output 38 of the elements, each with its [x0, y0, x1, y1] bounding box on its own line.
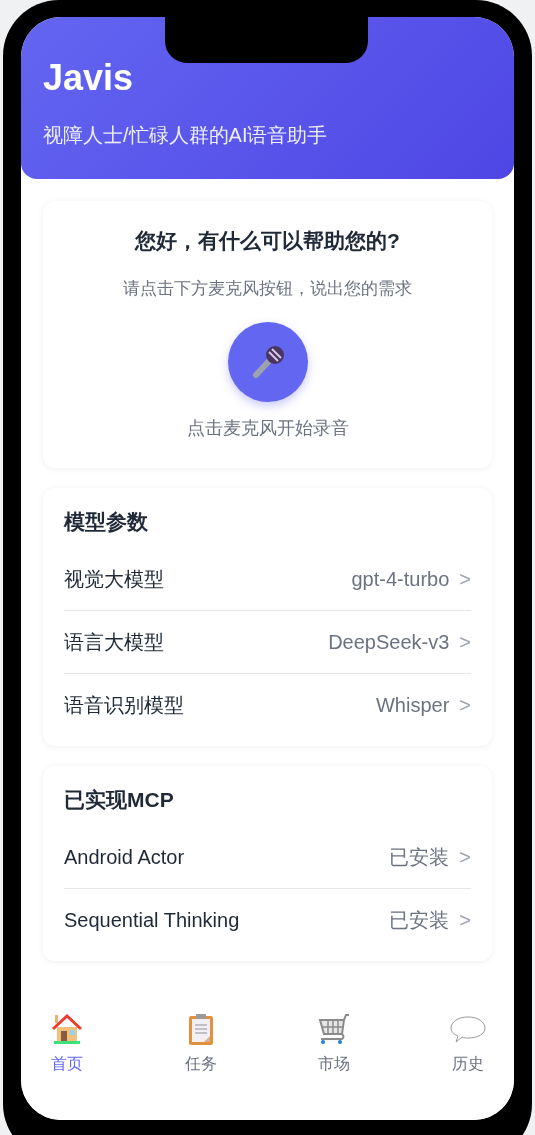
app-title: Javis — [43, 57, 135, 99]
nav-label: 首页 — [51, 1054, 83, 1074]
chevron-icon: > — [459, 908, 471, 932]
settings-row[interactable]: Android Actor 已安装 > — [64, 826, 471, 889]
section-title: 模型参数 — [64, 509, 149, 535]
nav-tab[interactable]: 市场 — [314, 1012, 355, 1120]
nav-label: 历史 — [451, 1054, 484, 1074]
microphone-button[interactable] — [227, 322, 308, 402]
nav-label: 任务 — [184, 1054, 217, 1074]
row-label: 视觉大模型 — [64, 566, 164, 592]
mic-caption: 点击麦克风开始录音 — [186, 417, 349, 440]
row-value: 已安装 — [389, 907, 450, 933]
row-value: Whisper — [375, 693, 450, 717]
settings-row[interactable]: 视觉大模型 gpt-4-turbo > — [64, 548, 471, 611]
chevron-icon: > — [459, 567, 471, 591]
greeting-hint: 请点击下方麦克风按钮，说出您的需求 — [123, 278, 412, 300]
row-value: 已安装 — [389, 844, 450, 870]
nav-tab[interactable]: 任务 — [180, 1012, 221, 1120]
nav-tab[interactable]: 首页 — [47, 1012, 87, 1120]
shopping-cart-icon — [317, 1012, 352, 1046]
row-label: 语言大模型 — [64, 629, 164, 655]
settings-row[interactable]: 语音识别模型 Whisper > — [64, 674, 471, 736]
chevron-icon: > — [459, 845, 471, 869]
app-subtitle: 视障人士/忙碌人群的AI语音助手 — [43, 123, 329, 148]
row-value: gpt-4-turbo — [351, 567, 450, 591]
house-icon — [50, 1012, 84, 1046]
settings-row[interactable]: 语言大模型 DeepSeek-v3 > — [64, 611, 471, 674]
nav-label: 市场 — [318, 1054, 351, 1074]
chevron-icon: > — [459, 693, 471, 717]
row-label: Android Actor — [64, 845, 185, 869]
row-value: DeepSeek-v3 — [328, 630, 450, 654]
row-label: Sequential Thinking — [64, 908, 240, 932]
section-title: 已实现MCP — [64, 787, 175, 813]
nav-tab[interactable]: 历史 — [447, 1012, 488, 1120]
settings-row[interactable]: Sequential Thinking 已安装 > — [64, 889, 471, 951]
greeting-title: 您好，有什么可以帮助您的? — [135, 228, 400, 254]
row-label: 语音识别模型 — [64, 692, 184, 718]
chevron-icon: > — [459, 630, 471, 654]
